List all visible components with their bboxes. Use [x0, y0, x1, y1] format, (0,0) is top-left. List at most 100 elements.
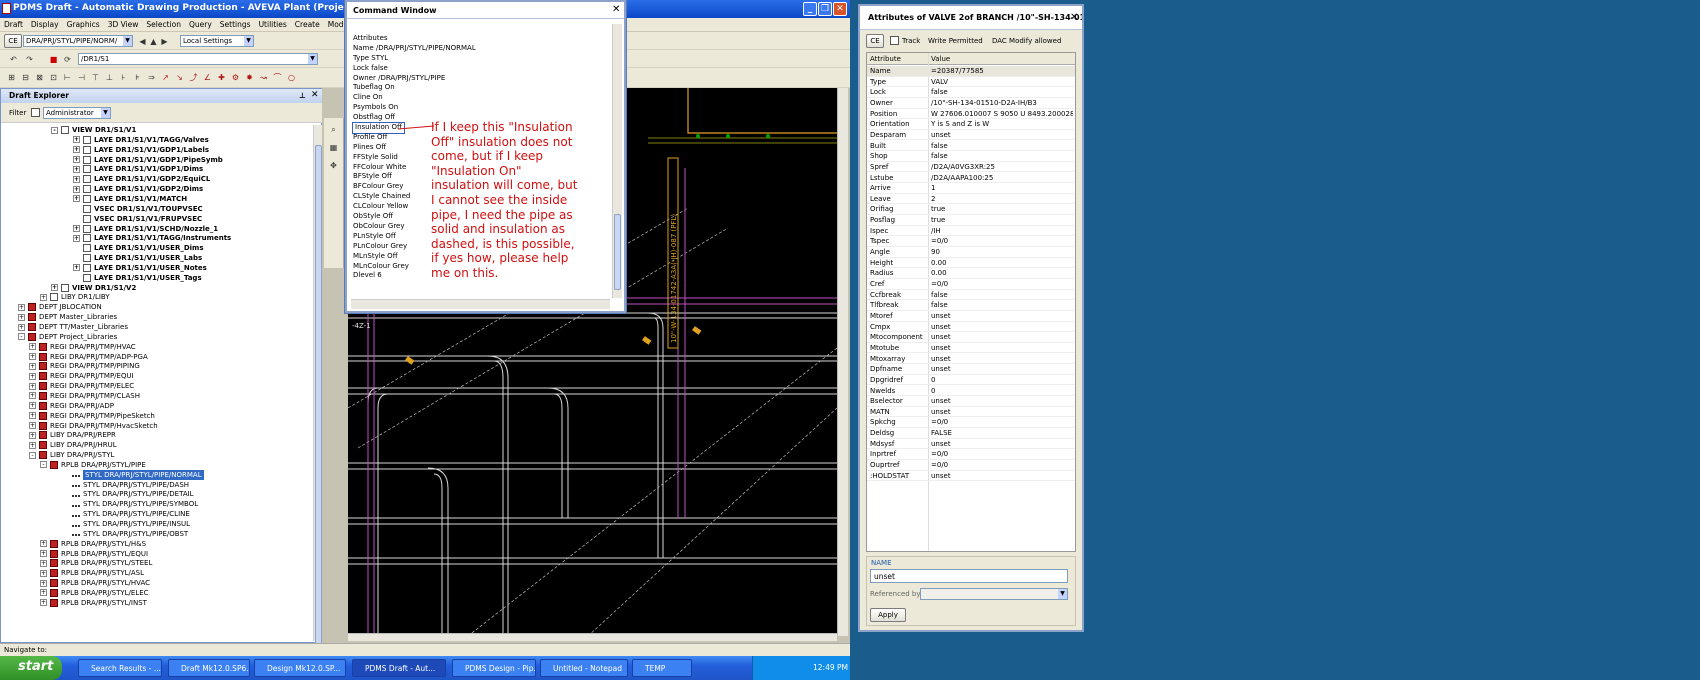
ce-button[interactable]: CE [866, 34, 884, 48]
tree-item[interactable]: + VIEW DR1/S1/V2 [51, 283, 136, 293]
tree-item[interactable]: - DEPT Project_Libraries [18, 332, 117, 342]
expand-icon[interactable]: + [18, 323, 25, 331]
label-tool-icon[interactable]: ⊢ [62, 72, 73, 83]
attribute-row[interactable]: Spkchg =0/0 [867, 417, 1075, 429]
attribute-row[interactable]: Mdsysf unset [867, 439, 1075, 450]
expand-icon[interactable]: + [73, 195, 80, 203]
tree-item[interactable]: + REGI DRA/PRJ/TMP/HVAC [29, 342, 136, 352]
start-button[interactable]: start [0, 656, 62, 680]
attribute-row[interactable]: Lock false [867, 87, 1075, 98]
arc-tool-icon[interactable]: ⤴ [188, 72, 199, 83]
track-checkbox[interactable] [890, 36, 899, 45]
tree-item[interactable]: - RPLB DRA/PRJ/STYL/PIPE [40, 460, 146, 470]
attribute-row[interactable]: Mtoref unset [867, 311, 1075, 322]
tree-item[interactable]: + LIBY DRA/PRJ/HRUL [29, 440, 117, 450]
expand-icon[interactable]: + [29, 422, 36, 429]
tree-item[interactable]: STYL DRA/PRJ/STYL/PIPE/SYMBOL [62, 499, 198, 509]
redo-icon[interactable]: ↷ [24, 54, 35, 65]
tree-item[interactable]: + LAYE DR1/S1/V1/USER_Notes [73, 263, 207, 273]
tree-item[interactable]: + REGI DRA/PRJ/ADP [29, 401, 114, 411]
curve-tool-icon[interactable]: ↝ [258, 72, 269, 83]
taskbar-button[interactable]: PDMS Design - Pip... [452, 659, 536, 677]
tree-item[interactable]: + DEPT JBLOCATION [18, 302, 102, 312]
drawing-hscrollbar[interactable] [348, 633, 837, 641]
tree-item[interactable]: + LIBY DR1/LIBY [40, 292, 110, 302]
curve-tool-icon[interactable]: ⌒ [272, 72, 283, 83]
dimension-tool-icon[interactable]: ⊠ [34, 72, 45, 83]
attribute-row[interactable]: Ccfbreak false [867, 290, 1075, 301]
attribute-row[interactable]: MATN unset [867, 407, 1075, 418]
tree-item[interactable]: + RPLB DRA/PRJ/STYL/HVAC [40, 578, 150, 588]
explorer-scrollbar[interactable] [313, 125, 322, 645]
close-icon[interactable]: ✕ [612, 4, 620, 15]
tree-item[interactable]: + LAYE DR1/S1/V1/SCHD/Nozzle_1 [73, 224, 218, 234]
expand-icon[interactable]: + [40, 579, 47, 587]
attribute-row[interactable]: Height 0.00 [867, 258, 1075, 269]
tree-item[interactable]: + RPLB DRA/PRJ/STYL/INST [40, 598, 147, 608]
taskbar-button[interactable]: PDMS Draft - Aut... [352, 659, 446, 677]
dimension-tool-icon[interactable]: ⊞ [6, 72, 17, 83]
menu-draft[interactable]: Draft [0, 18, 27, 29]
tree-item[interactable]: + LAYE DR1/S1/V1/TAGG/Valves [73, 135, 209, 145]
command-window-header[interactable]: Command Window ✕ [347, 2, 624, 19]
label-tool-icon[interactable]: ⊧ [132, 72, 143, 83]
refresh-icon[interactable]: ⟳ [62, 54, 73, 65]
cross-tool-icon[interactable]: ✚ [216, 72, 227, 83]
expand-icon[interactable]: + [40, 599, 47, 607]
expand-icon[interactable]: + [40, 559, 47, 567]
attribute-row[interactable]: Angle 90 [867, 247, 1075, 258]
expand-icon[interactable]: + [29, 353, 36, 361]
tree-item[interactable]: + REGI DRA/PRJ/TMP/HvacSketch [29, 421, 158, 431]
tree-item[interactable]: LAYE DR1/S1/V1/USER_Dims [73, 243, 204, 253]
name-field[interactable]: unset [870, 569, 1068, 583]
collapse-icon[interactable]: - [40, 461, 47, 469]
attribute-row[interactable]: Dpfname unset [867, 364, 1075, 375]
undo-icon[interactable]: ↶ [8, 54, 19, 65]
attribute-row[interactable]: Arrive 1 [867, 183, 1075, 194]
tree-item[interactable]: - LIBY DRA/PRJ/STYL [29, 450, 114, 460]
attribute-row[interactable]: Radius 0.00 [867, 268, 1075, 279]
menu-display[interactable]: Display [27, 18, 63, 29]
expand-icon[interactable]: + [29, 441, 36, 449]
close-icon[interactable]: ✕ [311, 90, 319, 100]
expand-icon[interactable]: + [29, 392, 36, 400]
tree-item[interactable]: VSEC DR1/S1/V1/TOUPVSEC [73, 204, 203, 214]
tree-item[interactable]: STYL DRA/PRJ/STYL/PIPE/INSUL [62, 519, 190, 529]
attribute-row[interactable]: Bselector unset [867, 396, 1075, 407]
attribute-row[interactable]: Desparam unset [867, 130, 1075, 141]
attribute-row[interactable]: Mtotube unset [867, 343, 1075, 354]
collapse-icon[interactable]: - [18, 333, 25, 341]
expand-icon[interactable]: + [29, 412, 36, 420]
up-arrow-icon[interactable]: ▲ [148, 36, 159, 47]
attribute-row[interactable]: Ispec/IH [867, 226, 1075, 237]
tree-item[interactable]: + REGI DRA/PRJ/TMP/CLASH [29, 391, 140, 401]
menu-utilities[interactable]: Utilities [255, 18, 291, 29]
expand-icon[interactable]: + [29, 372, 36, 380]
tree-item[interactable]: + REGI DRA/PRJ/TMP/PipeSketch [29, 411, 155, 421]
expand-icon[interactable]: + [73, 185, 80, 193]
line-tool-icon[interactable]: ↗ [160, 72, 171, 83]
tree-item[interactable]: + LAYE DR1/S1/V1/MATCH [73, 194, 187, 204]
circle-tool-icon[interactable]: ○ [286, 72, 297, 83]
tree-item[interactable]: - VIEW DR1/S1/V1 [51, 125, 136, 135]
attribute-row[interactable]: Tspec =0/0 [867, 236, 1075, 247]
attribute-row[interactable]: Owner/10"-SH-134-01510-D2A-IH/B3 [867, 98, 1075, 109]
minimize-button[interactable]: _ [803, 2, 817, 16]
expand-icon[interactable]: + [73, 264, 80, 272]
tree-item[interactable]: + LAYE DR1/S1/V1/GDP2/EquiCL [73, 174, 210, 184]
menu-settings[interactable]: Settings [216, 18, 255, 29]
attribute-row[interactable]: Built false [867, 141, 1075, 152]
dimension-tool-icon[interactable]: ⊟ [20, 72, 31, 83]
valve-symbol[interactable] [405, 356, 415, 365]
expand-icon[interactable]: + [51, 284, 58, 292]
attribute-row[interactable]: Position W 27606.010007 S 9050 U 8493.200… [867, 109, 1075, 120]
attribute-row[interactable]: Type VALV [867, 77, 1075, 88]
tree-item[interactable]: + LIBY DRA/PRJ/REPR [29, 430, 116, 440]
menu-selection[interactable]: Selection [142, 18, 185, 29]
expand-icon[interactable]: + [29, 382, 36, 390]
attribute-row[interactable]: Inprtref =0/0 [867, 449, 1075, 460]
expand-icon[interactable]: + [29, 362, 36, 370]
close-button[interactable]: ✕ [833, 2, 847, 16]
settings-combo[interactable]: Local Settings ▼ [180, 35, 254, 47]
tree-item[interactable]: LAYE DR1/S1/V1/USER_Tags [73, 273, 202, 283]
